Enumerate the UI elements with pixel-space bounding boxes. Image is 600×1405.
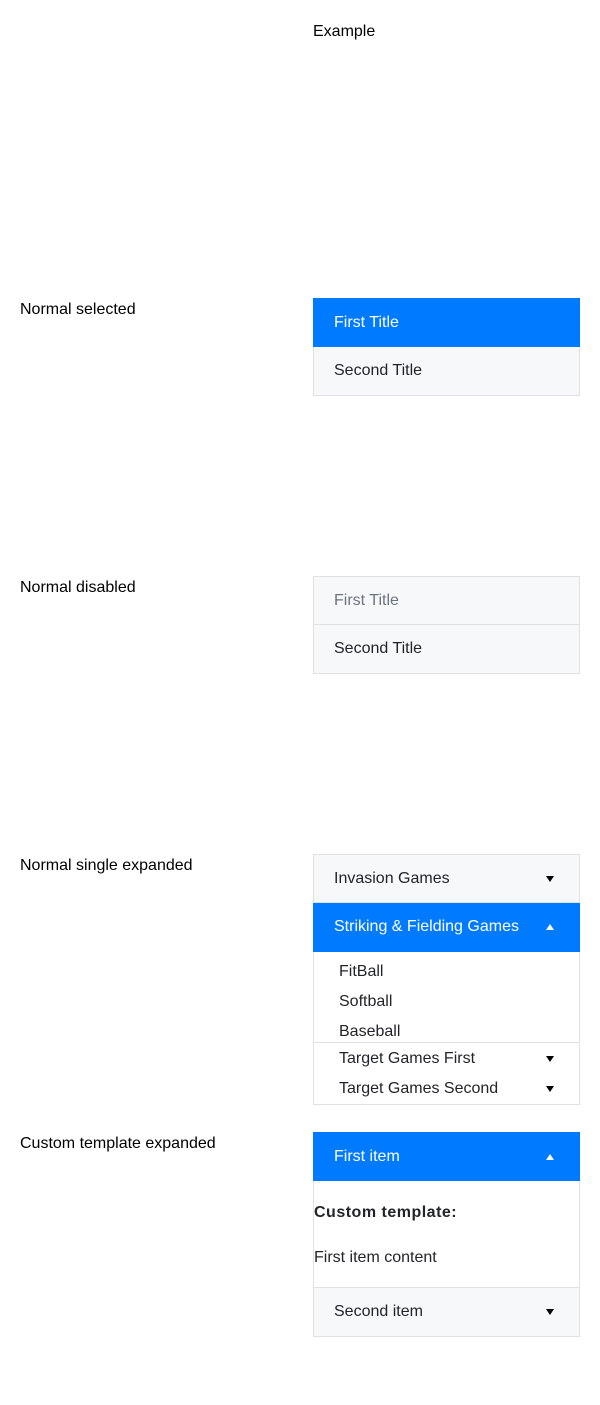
nested-item-target-games-first[interactable]: Target Games First [314,1044,579,1074]
nested-item-title: Target Games First [339,1050,476,1067]
accordion-panel-striking-fielding: FitBall Softball Baseball [313,952,580,1043]
accordion-item-second-title[interactable]: Second Title [313,347,580,396]
caret-down-icon [546,1309,554,1315]
accordion-custom-template: First item Custom template: First item c… [313,1132,580,1337]
caret-down-icon [546,1056,554,1062]
accordion-item-first-title[interactable]: First Title [313,298,580,347]
accordion-item-title: First Title [334,592,399,609]
accordion-item-first-item[interactable]: First item [313,1132,580,1181]
accordion-item-first-title-disabled: First Title [313,576,580,625]
row-label-single-expanded: Normal single expanded [20,857,193,874]
list-item-fitball[interactable]: FitBall [314,957,579,987]
caret-down-icon [546,1086,554,1092]
row-label-normal-disabled: Normal disabled [20,579,136,596]
accordion-normal-selected: First Title Second Title [313,298,580,396]
accordion-item-second-item[interactable]: Second item [313,1288,580,1337]
accordion-item-title: Striking & Fielding Games [334,918,519,935]
accordion-item-title: Second item [334,1303,423,1320]
caret-up-icon [546,1153,554,1160]
caret-up-icon [546,924,554,930]
nested-item-target-games-second[interactable]: Target Games Second [314,1074,579,1104]
accordion-item-title: Second Title [334,362,423,379]
row-label-custom-template: Custom template expanded [20,1135,216,1152]
custom-template-title: Custom template: [314,1204,458,1221]
column-header-example: Example [313,23,376,40]
nested-item-title: Target Games Second [339,1080,499,1097]
list-item-softball[interactable]: Softball [314,987,579,1017]
custom-template-content: First item content [314,1249,437,1266]
accordion-item-title: Invasion Games [334,870,450,887]
accordion-single-expanded: Invasion Games Striking & Fielding Games… [313,854,580,1105]
accordion-normal-disabled: First Title Second Title [313,576,580,674]
caret-down-icon [546,875,554,882]
nested-accordion-target-games: Target Games First Target Games Second [313,1043,580,1105]
accordion-item-title: Second Title [334,640,423,657]
accordion-panel-custom-template: Custom template: First item content [313,1181,580,1288]
accordion-item-title: First item [334,1148,400,1165]
accordion-item-striking-fielding-games[interactable]: Striking & Fielding Games [313,903,580,952]
accordion-item-second-title[interactable]: Second Title [313,625,580,674]
row-label-normal-selected: Normal selected [20,301,136,318]
accordion-item-invasion-games[interactable]: Invasion Games [313,854,580,903]
accordion-item-title: First Title [334,314,399,331]
